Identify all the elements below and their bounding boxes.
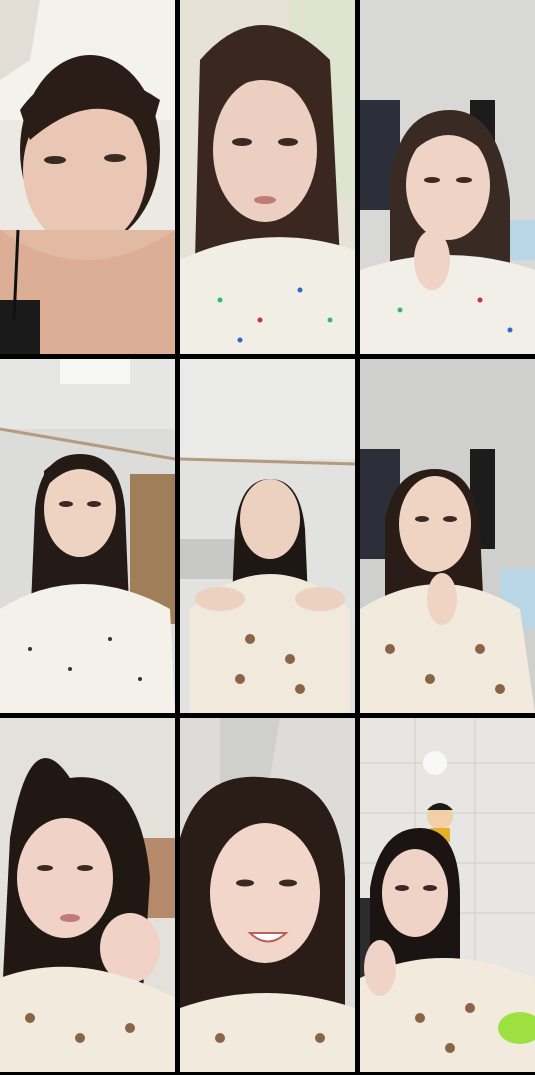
portrait-photo [180, 718, 355, 1072]
portrait-photo [0, 0, 175, 354]
portrait-photo [0, 718, 175, 1072]
video-tile-5 [180, 359, 355, 713]
video-tile-3 [360, 0, 535, 354]
video-tile-2 [180, 0, 355, 354]
video-tile-6 [360, 359, 535, 713]
portrait-photo [360, 359, 535, 713]
portrait-photo [0, 359, 175, 713]
portrait-photo [360, 0, 535, 354]
video-tile-1 [0, 0, 175, 354]
video-tile-8 [180, 718, 355, 1072]
portrait-photo [180, 359, 355, 713]
portrait-photo [180, 0, 355, 354]
video-tile-4 [0, 359, 175, 713]
portrait-photo [360, 718, 535, 1072]
video-tile-9 [360, 718, 535, 1072]
video-collage-grid [0, 0, 535, 1075]
video-tile-7 [0, 718, 175, 1072]
